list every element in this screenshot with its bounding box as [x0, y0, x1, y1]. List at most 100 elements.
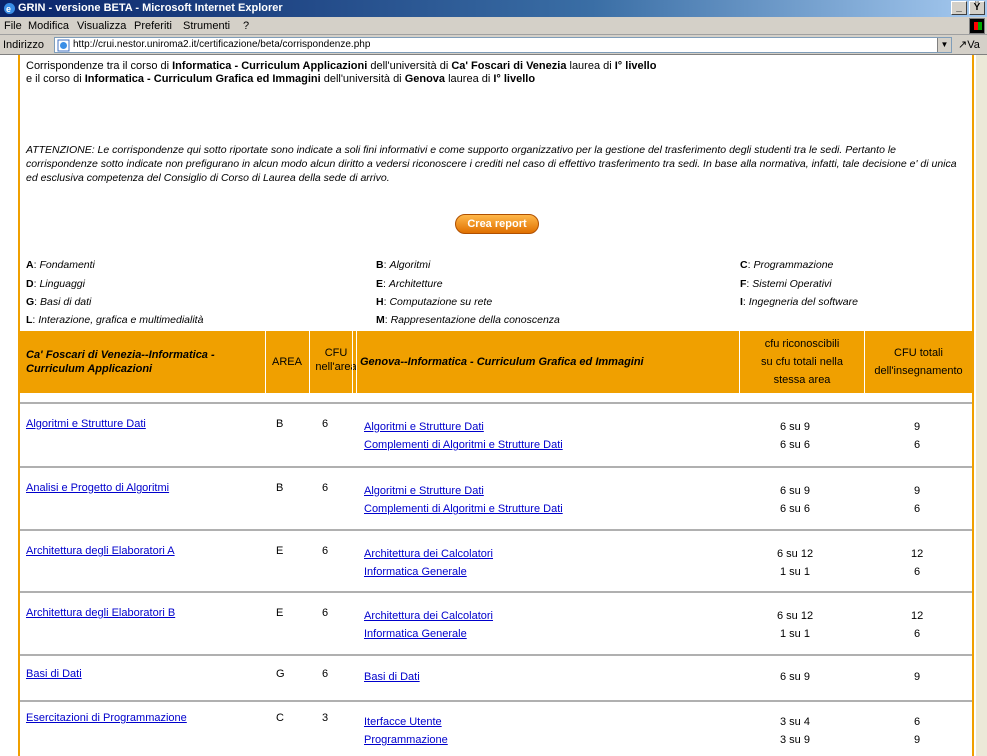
course-link[interactable]: Architettura degli Elaboratori A [26, 545, 175, 557]
match-course-link[interactable]: Informatica Generale [364, 566, 467, 578]
intro-text-part: Corrispondenze tra il corso di [26, 60, 173, 72]
page-content: Corrispondenze tra il corso di Informati… [18, 55, 974, 756]
riconoscibili-value: 3 su 9 [780, 734, 810, 746]
area-value: G [276, 668, 285, 680]
header-source-course: Ca' Foscari di Venezia--Informatica - Cu… [26, 349, 215, 375]
cfu-value: 6 [322, 668, 329, 680]
intro-text-part: laurea di [566, 60, 615, 72]
legend-item: I: Ingegneria del software [740, 296, 858, 308]
riconoscibili-value: 6 su 9 [780, 671, 810, 683]
source-course-name: Informatica - Curriculum Applicazioni [172, 60, 368, 72]
legend-item: A: Fondamenti [26, 259, 95, 271]
area-value: E [276, 607, 284, 619]
cfu-totali-value: 6 [914, 716, 921, 728]
header-cfu-riconoscibili: cfu riconoscibili su cfu totali nella stes… [761, 338, 843, 386]
legend-item: B: Algoritmi [376, 259, 431, 271]
cfu-totali-value: 9 [914, 671, 921, 683]
match-course-link[interactable]: Complementi di Algoritmi e Strutture Dat… [364, 439, 563, 451]
match-course-link[interactable]: Complementi di Algoritmi e Strutture Dat… [364, 503, 563, 515]
address-url: http://crui.nestor.uniroma2.it/certifica… [73, 39, 371, 50]
go-button[interactable]: ↗Va [958, 38, 980, 51]
crea-report-button[interactable]: Crea report [455, 214, 539, 234]
cfu-totali-value: 9 [914, 734, 921, 746]
address-dropdown-button[interactable]: ▼ [937, 38, 951, 52]
riconoscibili-value: 6 su 6 [780, 439, 810, 451]
minimize-button[interactable]: _ [951, 1, 967, 15]
legend-item: E: Architetture [376, 278, 443, 290]
menu-preferiti[interactable]: Preferiti [134, 20, 172, 32]
menu-visualizza[interactable]: Visualizza [77, 20, 126, 32]
window-titlebar[interactable]: e GRIN - versione BETA - Microsoft Inter… [0, 0, 987, 17]
menu-file[interactable]: File [4, 20, 22, 32]
menu-bar: File Modifica Visualizza Preferiti Strum… [0, 17, 987, 35]
table-row: Esercitazioni di Programmazione C 3 Iter… [20, 700, 972, 756]
cfu-value: 6 [322, 607, 329, 619]
course-link[interactable]: Analisi e Progetto di Algoritmi [26, 482, 169, 494]
header-area: AREA [272, 356, 302, 368]
intro-text-part: dell'università di [367, 60, 452, 72]
area-value: B [276, 482, 284, 494]
cfu-totali-value: 6 [914, 566, 921, 578]
table-row: Basi di Dati G 6 Basi di Dati 6 su 9 9 [20, 654, 972, 700]
match-course-link[interactable]: Architettura dei Calcolatori [364, 610, 493, 622]
address-bar: Indirizzo http://crui.nestor.uniroma2.it… [0, 35, 987, 55]
page-icon [57, 39, 70, 52]
match-course-link[interactable]: Iterfacce Utente [364, 716, 442, 728]
legend-item: M: Rappresentazione della conoscenza [376, 314, 560, 326]
menu-strumenti[interactable]: Strumenti [183, 20, 230, 32]
cfu-value: 6 [322, 482, 329, 494]
source-university: Ca' Foscari di Venezia [451, 60, 567, 72]
warning-text: ATTENZIONE: Le corrispondenze qui sotto … [26, 144, 957, 184]
match-course-link[interactable]: Algoritmi e Strutture Dati [364, 421, 484, 433]
table-row: Architettura degli Elaboratori A E 6 Arc… [20, 529, 972, 591]
cfu-totali-value: 6 [914, 628, 921, 640]
cfu-value: 6 [322, 418, 329, 430]
table-row: Analisi e Progetto di Algoritmi B 6 Algo… [20, 466, 972, 529]
match-course-link[interactable]: Informatica Generale [364, 628, 467, 640]
menu-help[interactable]: ? [243, 20, 249, 32]
legend-item: L: Interazione, grafica e multimedialità [26, 314, 204, 326]
cfu-totali-value: 12 [911, 610, 924, 622]
match-course-link[interactable]: Basi di Dati [364, 671, 420, 683]
restore-button[interactable]: Ÿ [969, 1, 985, 15]
cfu-value: 3 [322, 712, 329, 724]
course-link[interactable]: Algoritmi e Strutture Dati [26, 418, 146, 430]
cfu-totali-value: 6 [914, 439, 921, 451]
course-link[interactable]: Esercitazioni di Programmazione [26, 712, 187, 724]
cfu-totali-value: 9 [914, 421, 921, 433]
windows-logo-icon [969, 18, 985, 34]
target-course-name: Informatica - Curriculum Grafica ed Imma… [84, 73, 321, 85]
cfu-totali-value: 9 [914, 485, 921, 497]
internet-explorer-icon: e [4, 3, 15, 14]
cfu-totali-value: 6 [914, 503, 921, 515]
match-course-link[interactable]: Algoritmi e Strutture Dati [364, 485, 484, 497]
table-row: Algoritmi e Strutture Dati B 6 Algoritmi… [20, 402, 972, 466]
riconoscibili-value: 6 su 12 [777, 610, 814, 622]
intro-text-part: dell'università di [320, 73, 405, 85]
header-cfu: CFU nell'area [315, 347, 357, 373]
target-level: I° livello [493, 73, 536, 85]
menu-modifica[interactable]: Modifica [28, 20, 69, 32]
target-university: Genova [404, 73, 446, 85]
match-course-link[interactable]: Architettura dei Calcolatori [364, 548, 493, 560]
course-link[interactable]: Architettura degli Elaboratori B [26, 607, 175, 619]
riconoscibili-value: 1 su 1 [780, 566, 810, 578]
address-input[interactable]: http://crui.nestor.uniroma2.it/certifica… [54, 37, 952, 53]
table-row: Architettura degli Elaboratori B E 6 Arc… [20, 591, 972, 654]
area-value: B [276, 418, 284, 430]
intro-text-part: laurea di [445, 73, 494, 85]
course-link[interactable]: Basi di Dati [26, 668, 82, 680]
riconoscibili-value: 6 su 12 [777, 548, 814, 560]
cfu-totali-value: 12 [911, 548, 924, 560]
header-cfu-totali: CFU totali dell'insegnamento [874, 347, 963, 377]
match-course-link[interactable]: Programmazione [364, 734, 448, 746]
riconoscibili-value: 6 su 6 [780, 503, 810, 515]
cfu-value: 6 [322, 545, 329, 557]
window-title: GRIN - versione BETA - Microsoft Interne… [18, 2, 283, 14]
area-value: E [276, 545, 284, 557]
legend-item: F: Sistemi Operativi [740, 278, 832, 290]
svg-text:e: e [6, 4, 11, 14]
right-frame-edge [976, 55, 987, 756]
address-label: Indirizzo [3, 39, 44, 51]
header-target-course: Genova--Informatica - Curriculum Grafica… [360, 356, 644, 368]
